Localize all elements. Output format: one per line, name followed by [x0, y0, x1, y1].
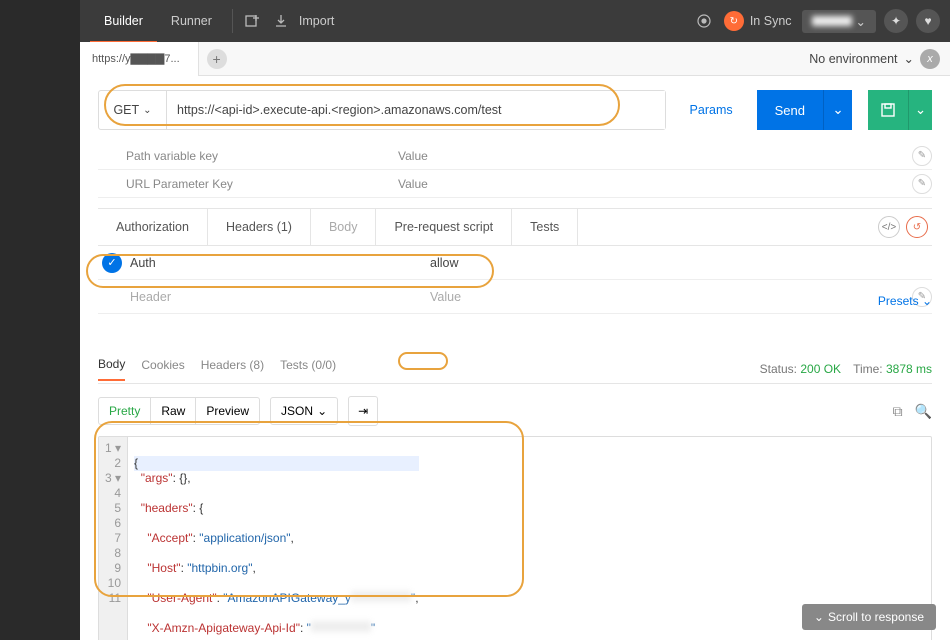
- header-key-placeholder[interactable]: Header: [130, 290, 430, 304]
- time-value: 3878 ms: [886, 362, 932, 376]
- resp-tab-cookies[interactable]: Cookies: [141, 358, 184, 380]
- tab-authorization[interactable]: Authorization: [98, 208, 208, 246]
- send-button[interactable]: Send: [757, 90, 824, 130]
- chevron-down-icon: ⌄: [904, 51, 914, 66]
- format-select[interactable]: JSON⌄: [270, 397, 338, 425]
- path-var-key-input[interactable]: Path variable key: [98, 149, 398, 163]
- send-dropdown[interactable]: ⌄: [824, 90, 852, 130]
- tab-runner[interactable]: Runner: [157, 0, 226, 42]
- code-icon[interactable]: </>: [878, 216, 900, 238]
- url-param-value-input[interactable]: Value: [398, 177, 912, 191]
- save-dropdown[interactable]: ⌄: [908, 90, 932, 130]
- save-button[interactable]: [868, 90, 908, 130]
- chevron-down-icon: ⌄: [143, 105, 151, 116]
- environment-selector[interactable]: No environment: [809, 52, 897, 66]
- sync-label: In Sync: [750, 14, 792, 28]
- add-tab-button[interactable]: +: [207, 49, 227, 69]
- header-key-input[interactable]: Auth: [130, 256, 430, 270]
- wrap-button[interactable]: ⇥: [348, 396, 378, 426]
- status-label: Status:: [760, 362, 797, 376]
- edit-icon[interactable]: ✎: [912, 174, 932, 194]
- copy-icon[interactable]: ⧉: [893, 403, 903, 420]
- line-gutter: 1 ▾23 ▾4567891011: [99, 437, 128, 640]
- path-var-value-input[interactable]: Value: [398, 149, 912, 163]
- method-select[interactable]: GET⌄: [99, 91, 167, 129]
- response-body[interactable]: { "args": {}, "headers": { "Accept": "ap…: [128, 437, 425, 640]
- chevron-down-icon: ⌄: [814, 610, 824, 624]
- view-raw[interactable]: Raw: [151, 398, 196, 424]
- header-value-placeholder[interactable]: Value: [430, 290, 912, 304]
- params-button[interactable]: Params: [676, 90, 747, 130]
- view-pretty[interactable]: Pretty: [99, 398, 151, 424]
- favorite-icon[interactable]: ♥: [916, 9, 940, 33]
- edit-icon[interactable]: ✎: [912, 146, 932, 166]
- import-label[interactable]: Import: [299, 14, 334, 28]
- resp-tab-headers[interactable]: Headers (8): [201, 358, 264, 380]
- presets-link[interactable]: Presets ⌄: [878, 294, 932, 308]
- url-input[interactable]: [167, 91, 665, 129]
- view-preview[interactable]: Preview: [196, 398, 259, 424]
- tab-tests[interactable]: Tests: [512, 208, 578, 246]
- chevron-down-icon: ⌄: [922, 294, 932, 308]
- reset-icon[interactable]: ↺: [906, 216, 928, 238]
- import-icon[interactable]: [271, 11, 291, 31]
- resp-tab-body[interactable]: Body: [98, 357, 125, 381]
- resp-tab-tests[interactable]: Tests (0/0): [280, 358, 336, 380]
- settings-icon[interactable]: ✦: [884, 9, 908, 33]
- tab-headers[interactable]: Headers (1): [208, 208, 311, 246]
- status-value: 200 OK: [800, 362, 841, 376]
- header-value-input[interactable]: allow: [430, 256, 932, 270]
- url-param-key-input[interactable]: URL Parameter Key: [98, 177, 398, 191]
- tab-prerequest[interactable]: Pre-request script: [376, 208, 512, 246]
- new-request-icon[interactable]: [243, 11, 263, 31]
- sync-icon[interactable]: ↻: [724, 11, 744, 31]
- scroll-to-response-button[interactable]: ⌄Scroll to response: [802, 604, 936, 630]
- chevron-down-icon: ⌄: [317, 404, 327, 418]
- tab-builder[interactable]: Builder: [90, 1, 157, 43]
- request-tab[interactable]: https://y▇▇▇▇7...: [80, 42, 199, 76]
- tab-body[interactable]: Body: [311, 208, 377, 246]
- user-menu[interactable]: ⌄: [802, 10, 876, 33]
- time-label: Time:: [853, 362, 883, 376]
- search-icon[interactable]: 🔍: [915, 403, 932, 420]
- header-check-icon[interactable]: ✓: [102, 253, 122, 273]
- proxy-icon[interactable]: [694, 11, 714, 31]
- env-quicklook-icon[interactable]: x: [920, 49, 940, 69]
